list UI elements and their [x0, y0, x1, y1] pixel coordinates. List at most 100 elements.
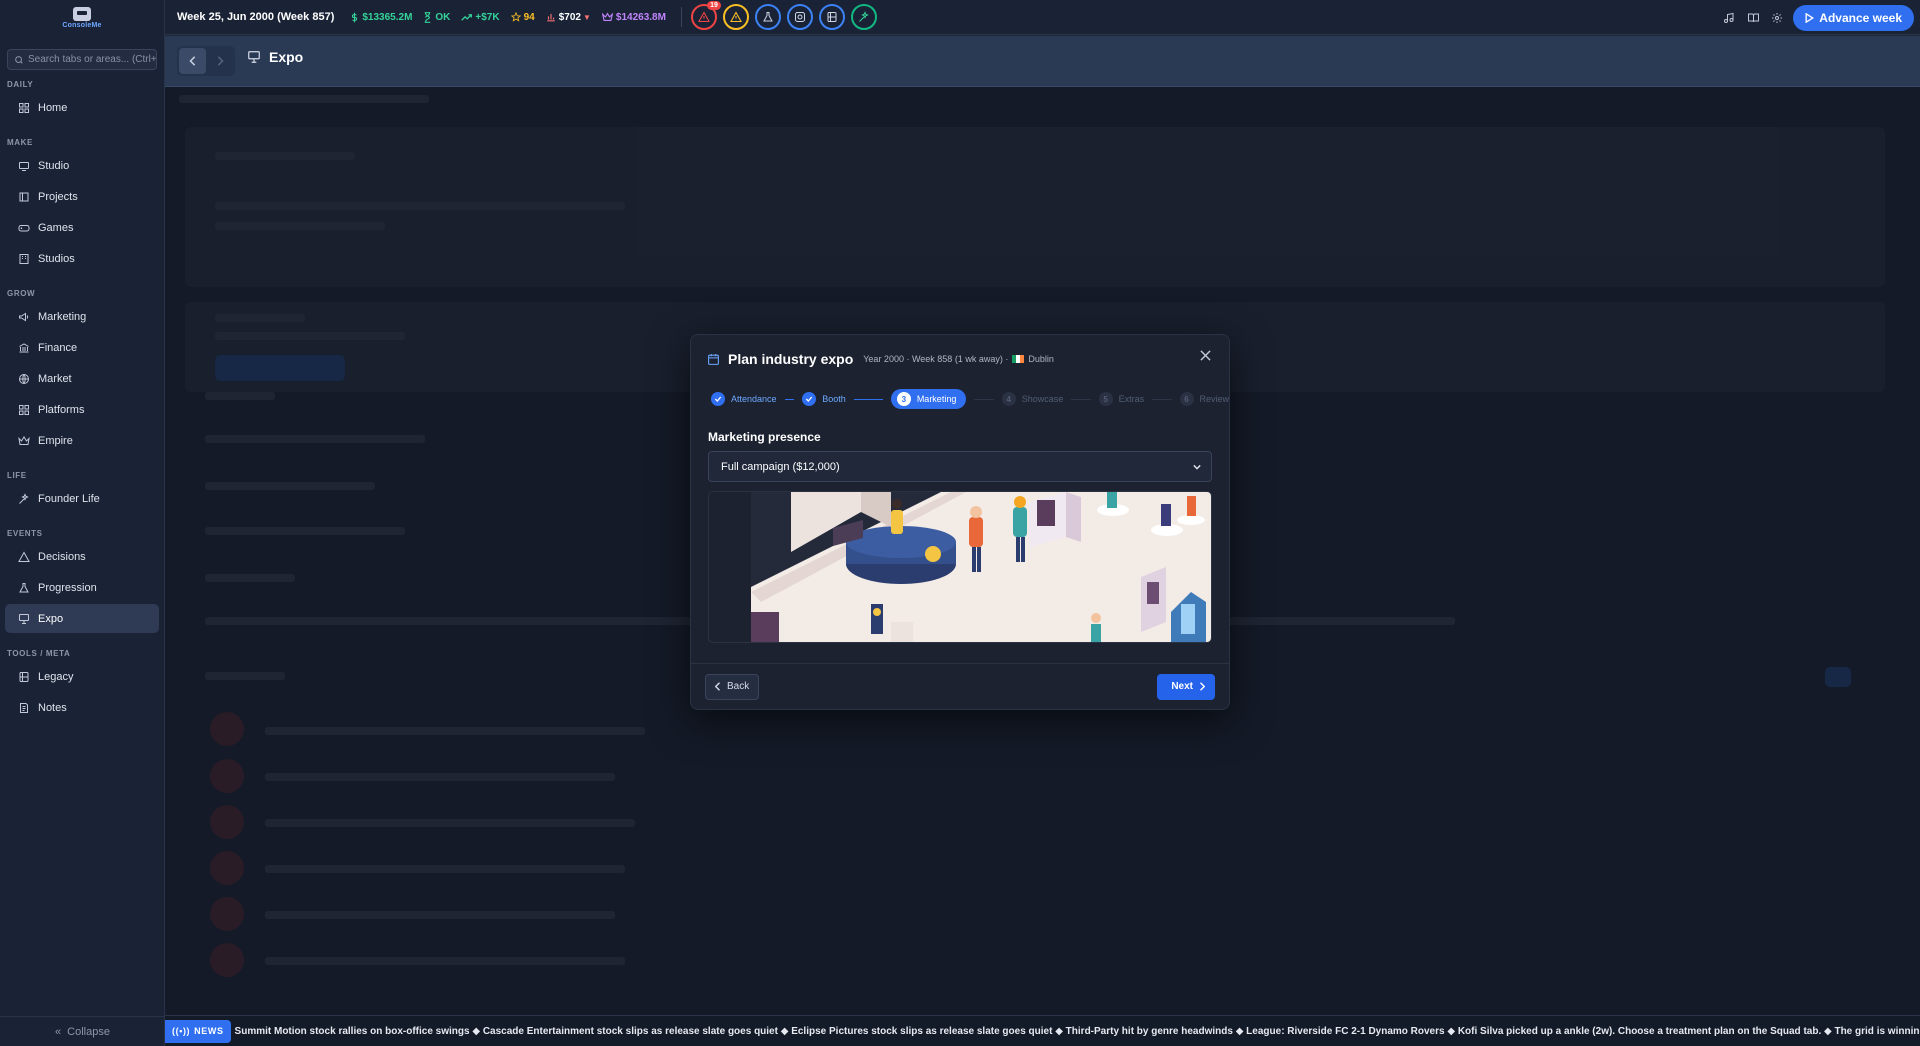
- sidebar-item-projects[interactable]: Projects: [5, 182, 159, 211]
- app-logo[interactable]: ConsoleMe: [0, 0, 164, 36]
- page-title: Expo: [269, 49, 304, 65]
- rating-stat[interactable]: 94: [510, 11, 535, 23]
- sidebar-item-empire[interactable]: Empire: [5, 426, 159, 455]
- step-booth[interactable]: Booth: [802, 392, 846, 406]
- games-icon: [18, 222, 30, 234]
- forward-nav-button[interactable]: [206, 48, 233, 74]
- step-marketing[interactable]: 3 Marketing: [890, 389, 967, 409]
- step-label: Review: [1199, 394, 1230, 404]
- flask-icon: [763, 12, 773, 22]
- page-header: Expo: [165, 36, 1920, 87]
- step-label: Extras: [1118, 394, 1145, 404]
- music-button[interactable]: [1717, 6, 1741, 30]
- alerts-button[interactable]: 19: [690, 1, 721, 30]
- bank-icon: [18, 342, 30, 354]
- sidebar: ConsoleMe Search tabs or areas... (Ctrl+…: [0, 0, 165, 1046]
- bar-chart-icon: [546, 13, 555, 22]
- news-ticker: ((•)) NEWS Summit Motion stock rallies o…: [165, 1015, 1920, 1046]
- close-button[interactable]: [1200, 350, 1211, 364]
- modal-subtitle: Year 2000 · Week 858 (1 wk away) · Dubli…: [863, 354, 1054, 364]
- warnings-button[interactable]: [722, 4, 749, 30]
- check-icon: [711, 392, 725, 406]
- step-extras: 5 Extras: [1098, 392, 1145, 406]
- alert-badge: 19: [707, 1, 721, 10]
- step-label: Marketing: [916, 394, 957, 404]
- sidebar-item-notes[interactable]: Notes: [5, 693, 159, 722]
- modal-subtitle-text: Year 2000 · Week 858 (1 wk away) ·: [863, 354, 1009, 364]
- film-button[interactable]: [818, 4, 845, 30]
- search-input[interactable]: Search tabs or areas... (Ctrl+K): [7, 49, 157, 70]
- sidebar-item-expo[interactable]: Expo: [5, 604, 159, 633]
- sidebar-item-finance[interactable]: Finance: [5, 333, 159, 362]
- settings-button[interactable]: [1765, 6, 1789, 30]
- sidebar-item-progression[interactable]: Progression: [5, 573, 159, 602]
- play-icon: [1805, 12, 1815, 23]
- sidebar-item-label: Empire: [38, 434, 73, 447]
- sidebar-item-founder-life[interactable]: Founder Life: [5, 484, 159, 513]
- next-button[interactable]: Next: [1157, 673, 1215, 700]
- marketing-presence-label: Marketing presence: [708, 430, 821, 444]
- check-icon: [802, 392, 817, 406]
- sidebar-item-label: Founder Life: [38, 492, 100, 505]
- crown-icon: [18, 435, 30, 447]
- camera-button[interactable]: [786, 4, 813, 30]
- logo-icon: [73, 7, 91, 21]
- step-connector: [974, 398, 994, 400]
- lab-button[interactable]: [754, 4, 781, 30]
- history-nav: [177, 46, 235, 76]
- step-showcase: 4 Showcase: [1001, 392, 1063, 406]
- presentation-icon: [18, 613, 30, 625]
- sparkle-button[interactable]: [850, 4, 877, 30]
- chevron-down-icon: [1193, 464, 1201, 470]
- broadcast-icon: ((•)): [172, 1026, 191, 1036]
- chevron-right-icon: [217, 56, 224, 66]
- top-bar: Week 25, Jun 2000 (Week 857) $13365.2M O…: [165, 0, 1920, 35]
- trend-up-icon: [461, 13, 473, 21]
- news-tag-label: NEWS: [194, 1026, 224, 1036]
- trend-stat[interactable]: +$7K: [461, 11, 500, 23]
- sidebar-item-marketing[interactable]: Marketing: [5, 302, 159, 331]
- price-stat[interactable]: $702 ▼: [546, 12, 591, 23]
- chevron-right-icon: [1200, 682, 1205, 691]
- advance-week-button[interactable]: Advance week: [1793, 4, 1914, 31]
- hourglass-icon: [425, 11, 431, 23]
- sidebar-item-market[interactable]: Market: [5, 364, 159, 393]
- guide-button[interactable]: [1741, 6, 1765, 30]
- sidebar-item-games[interactable]: Games: [5, 213, 159, 242]
- collapse-button[interactable]: « Collapse: [0, 1016, 165, 1046]
- expo-illustration: [708, 491, 1212, 643]
- rating-value: 94: [523, 11, 535, 23]
- back-button[interactable]: Back: [705, 673, 760, 700]
- marketing-presence-select[interactable]: Full campaign ($12,000): [708, 451, 1212, 482]
- sidebar-item-decisions[interactable]: Decisions: [5, 542, 159, 571]
- divider: [680, 7, 682, 27]
- chevron-left-icon: [715, 682, 720, 691]
- empire-stat[interactable]: $14263.8M: [601, 12, 666, 23]
- cash-stat[interactable]: $13365.2M: [350, 12, 412, 23]
- sidebar-item-studio[interactable]: Studio: [5, 151, 159, 180]
- modal-body: Marketing presence Full campaign ($12,00…: [691, 415, 1229, 643]
- sparkle-icon: [859, 11, 869, 22]
- cash-value: $13365.2M: [362, 11, 413, 23]
- expo-plan-modal: Plan industry expo Year 2000 · Week 858 …: [690, 334, 1230, 710]
- trend-value: +$7K: [475, 11, 500, 23]
- sidebar-item-label: Finance: [38, 341, 78, 354]
- back-button-label: Back: [727, 681, 750, 692]
- sidebar-item-platforms[interactable]: Platforms: [5, 395, 159, 424]
- home-icon: [18, 102, 30, 114]
- step-attendance[interactable]: Attendance: [711, 392, 777, 406]
- sidebar-item-label: Projects: [38, 190, 78, 203]
- sidebar-item-home[interactable]: Home: [5, 93, 159, 122]
- back-nav-button[interactable]: [179, 48, 206, 74]
- sidebar-item-legacy[interactable]: Legacy: [5, 662, 159, 691]
- sidebar-item-label: Games: [38, 221, 74, 234]
- notes-icon: [18, 702, 30, 714]
- warning-triangle-icon: [730, 11, 742, 23]
- sidebar-section-label: LIFE: [7, 471, 27, 480]
- sidebar-item-studios[interactable]: Studios: [5, 244, 159, 273]
- flask-icon: [18, 582, 30, 594]
- triangle-icon: [18, 550, 30, 563]
- globe-icon: [18, 373, 30, 385]
- modal-header: Plan industry expo Year 2000 · Week 858 …: [691, 335, 1229, 383]
- status-stat[interactable]: OK: [423, 12, 450, 23]
